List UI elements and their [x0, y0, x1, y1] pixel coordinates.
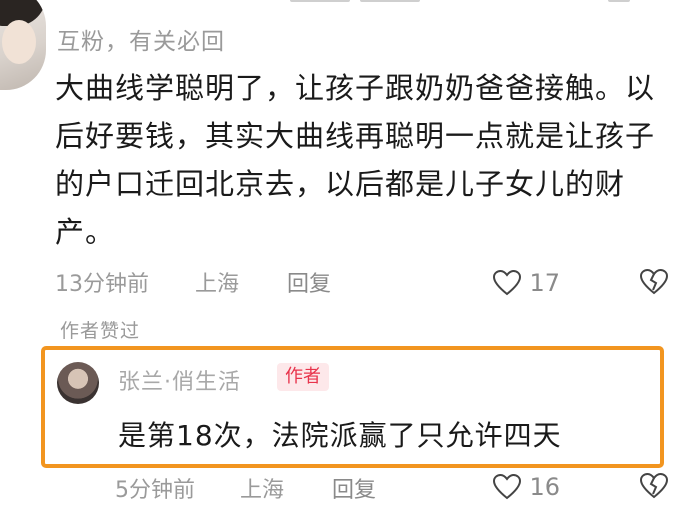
heart-outline-icon — [493, 474, 522, 500]
reply-author-name[interactable]: 张兰·俏生活 — [118, 364, 241, 396]
reply-reply-button[interactable]: 回复 — [332, 472, 376, 504]
author-liked-label: 作者赞过 — [60, 320, 141, 342]
reply-meta-row: 5分钟前 上海 回复 — [115, 472, 515, 504]
heart-outline-icon — [493, 270, 522, 296]
author-badge: 作者 — [277, 363, 329, 391]
reply-like-button[interactable]: 16 — [493, 472, 560, 502]
reply-location: 上海 — [240, 478, 285, 503]
comment-like-count: 17 — [529, 269, 560, 297]
author-reply-card: 张兰·俏生活 作者 是第18次，法院派赢了只允许四天 — [41, 346, 664, 468]
reply-text: 是第18次，法院派赢了只允许四天 — [118, 419, 562, 452]
commenter-avatar[interactable] — [0, 0, 46, 90]
reply-author-avatar[interactable] — [57, 362, 99, 404]
comment-location: 上海 — [195, 272, 240, 297]
comment-time: 13分钟前 — [55, 272, 149, 297]
comment-meta-row: 13分钟前 上海 回复 — [55, 266, 655, 298]
comment-reply-button[interactable]: 回复 — [287, 266, 331, 298]
reply-like-count: 16 — [529, 473, 560, 501]
cropped-previous-content — [60, 0, 690, 6]
broken-heart-icon[interactable] — [640, 472, 668, 500]
comment-like-button[interactable]: 17 — [493, 268, 560, 298]
comment-text: 大曲线学聪明了，让孩子跟奶奶爸爸接触。以后好要钱，其实大曲线再聪明一点就是让孩子… — [55, 71, 656, 249]
broken-heart-icon[interactable] — [640, 268, 668, 296]
commenter-name[interactable]: 互粉，有关必回 — [57, 22, 225, 56]
reply-time: 5分钟前 — [115, 478, 195, 503]
